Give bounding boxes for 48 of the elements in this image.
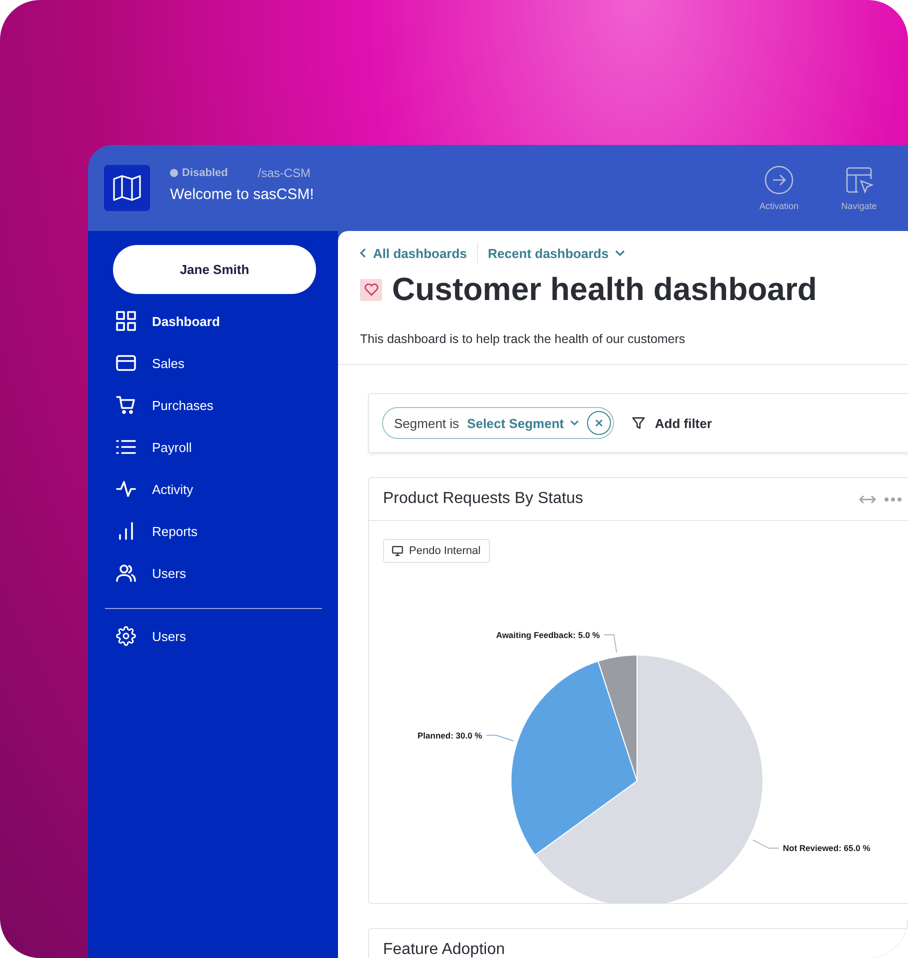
user-name[interactable]: Jane Smith — [113, 245, 316, 294]
window-cursor-icon — [844, 165, 874, 195]
card-title: Product Requests By Status — [383, 490, 584, 508]
arrow-circle-icon — [764, 165, 794, 195]
settings-icon — [116, 626, 136, 646]
slice-label: Not Reviewed: 65.0 % — [782, 843, 870, 854]
chevron-down-icon — [570, 420, 579, 426]
chevron-left-icon — [360, 248, 367, 258]
leader-line — [486, 734, 514, 742]
page-title: Customer health dashboard — [392, 271, 817, 308]
leader-line — [752, 840, 780, 849]
nav-item[interactable]: Reports — [104, 510, 322, 552]
filter-label: Segment is — [394, 416, 460, 430]
activity-icon — [116, 480, 136, 498]
status-label: Disabled — [170, 166, 228, 178]
users-icon — [116, 564, 136, 582]
nav-item[interactable]: Activity — [104, 468, 322, 510]
recent-dropdown[interactable]: Recent dashboards — [488, 246, 625, 260]
slice-label: Awaiting Feedback: 5.0 % — [496, 630, 600, 640]
monitor-icon — [392, 546, 403, 556]
welcome-title: Welcome to sasCSM! — [170, 186, 315, 202]
chevron-down-icon — [614, 250, 625, 256]
favorite-icon[interactable] — [360, 278, 382, 300]
cart-icon — [116, 395, 136, 415]
source-tag: Pendo Internal — [383, 539, 490, 563]
close-button[interactable] — [586, 411, 611, 435]
nav-item[interactable]: Users — [104, 552, 322, 594]
bar-chart-icon — [116, 521, 136, 541]
back-link[interactable]: All dashboards — [360, 246, 467, 260]
grid-icon — [116, 311, 136, 331]
nav-item[interactable]: Users — [104, 615, 322, 657]
page-description: This dashboard is to help track the health of our customers — [360, 332, 686, 346]
leader-line — [603, 634, 618, 653]
nav-item[interactable]: Sales — [104, 342, 322, 384]
slice-label: Planned: 30.0 % — [418, 730, 482, 740]
credit-card-icon — [116, 355, 136, 371]
nav-item[interactable]: Dashboard — [104, 300, 322, 342]
list-icon — [116, 439, 136, 455]
app-logo — [104, 165, 150, 211]
add-filter-button[interactable]: Add filter — [626, 414, 718, 432]
path-label: /sas-CSM — [258, 166, 311, 180]
segment-filter[interactable]: Segment is Select Segment — [382, 407, 614, 439]
nav-item[interactable]: Purchases — [104, 384, 322, 426]
card-title: Feature Adoption — [383, 941, 506, 958]
segment-select[interactable]: Select Segment — [467, 416, 579, 430]
filter-icon — [632, 416, 645, 430]
close-icon — [594, 419, 603, 427]
nav-item[interactable]: Payroll — [104, 426, 322, 468]
